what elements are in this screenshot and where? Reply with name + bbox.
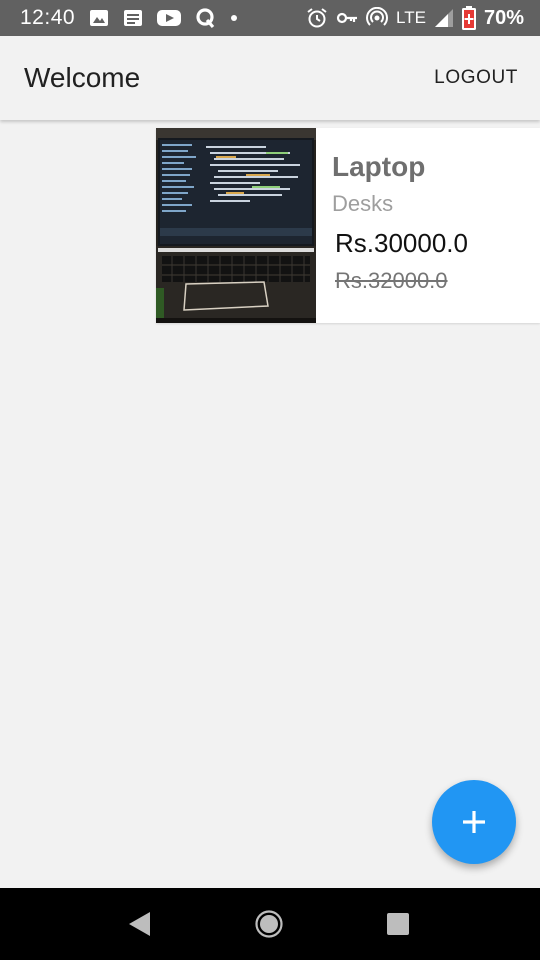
product-price: Rs.30000.0 [335, 228, 468, 258]
status-bar: 12:40 LTE 70% [0, 0, 540, 36]
alarm-icon [306, 7, 328, 29]
q-icon [195, 7, 215, 29]
product-image [156, 128, 316, 323]
status-battery: 70% [483, 6, 524, 29]
product-original-price: Rs.32000.0 [335, 268, 448, 293]
vpn-key-icon [336, 7, 358, 29]
home-icon [254, 909, 284, 939]
add-icon [460, 808, 488, 836]
product-card[interactable]: Laptop Desks Rs.30000.0 Rs.32000.0 [156, 128, 540, 323]
home-button[interactable] [224, 888, 314, 960]
signal-icon [434, 8, 454, 28]
product-category: Desks [332, 191, 394, 216]
status-right: LTE 70% [306, 6, 524, 30]
youtube-icon [157, 8, 182, 28]
image-icon [89, 8, 109, 28]
dot-icon [229, 13, 239, 23]
battery-icon [461, 6, 476, 30]
hotspot-icon [366, 7, 389, 29]
status-time: 12:40 [20, 6, 76, 29]
navigation-bar [0, 888, 540, 960]
logout-button[interactable]: LOGOUT [430, 59, 522, 97]
product-name: Laptop [332, 151, 426, 182]
recents-button[interactable] [353, 888, 443, 960]
back-button[interactable] [94, 888, 184, 960]
page-title: Welcome [24, 62, 141, 93]
news-icon [123, 8, 143, 28]
status-left: 12:40 [20, 6, 239, 30]
add-product-button[interactable] [432, 780, 516, 864]
product-info: Laptop Desks Rs.30000.0 Rs.32000.0 [316, 128, 468, 323]
screen: 12:40 LTE 70% Welcome LOGOUT Laptop Desk… [0, 0, 540, 960]
status-network: LTE [396, 8, 426, 27]
recents-icon [386, 912, 410, 936]
back-icon [126, 910, 152, 938]
app-bar: Welcome LOGOUT [0, 36, 540, 120]
